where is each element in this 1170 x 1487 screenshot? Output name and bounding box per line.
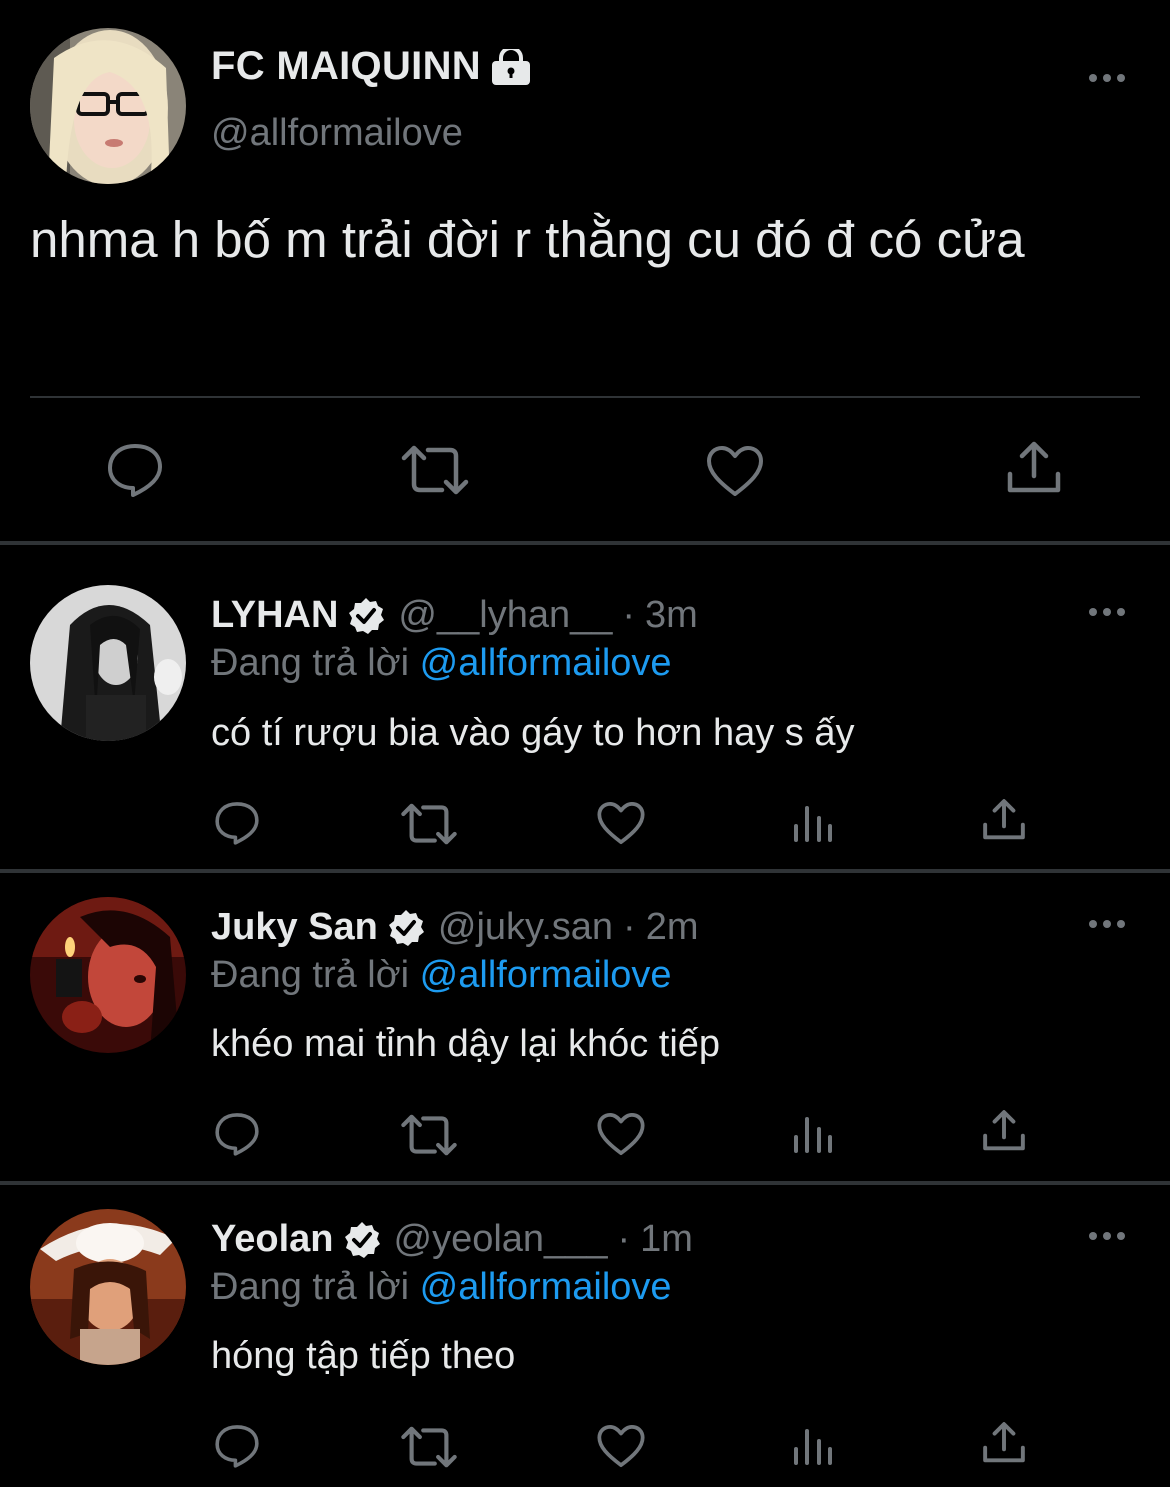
replying-to-mention[interactable]: @allformailove <box>420 642 672 684</box>
main-tweet-avatar[interactable] <box>30 28 186 184</box>
reply-author-handle[interactable]: @yeolan___ <box>394 1218 608 1261</box>
verified-badge-icon <box>342 1220 382 1260</box>
like-icon[interactable] <box>596 1423 646 1469</box>
reply-author-name[interactable]: LYHAN <box>211 594 338 637</box>
retweet-icon[interactable] <box>400 444 470 496</box>
reply-author-name[interactable]: Juky San <box>211 906 378 949</box>
reply-author-name[interactable]: Yeolan <box>211 1218 334 1261</box>
reply-icon[interactable] <box>214 1111 260 1157</box>
share-icon[interactable] <box>982 798 1026 842</box>
section-divider <box>0 869 1170 873</box>
replying-to-label: Đang trả lời <box>211 1266 410 1308</box>
verified-badge-icon <box>386 908 426 948</box>
reply-avatar[interactable] <box>30 1209 186 1365</box>
share-icon[interactable] <box>1006 440 1062 496</box>
like-icon[interactable] <box>705 444 765 498</box>
replying-to-label: Đang trả lời <box>211 642 410 684</box>
verified-badge-icon <box>346 596 386 636</box>
separator-dot: · <box>617 1218 631 1260</box>
reply-text: hóng tập tiếp theo <box>211 1335 516 1377</box>
reply-icon[interactable] <box>214 800 260 846</box>
more-icon[interactable] <box>1087 604 1127 620</box>
views-icon[interactable] <box>792 804 834 842</box>
replying-to-label: Đang trả lời <box>211 954 410 996</box>
section-divider <box>0 1181 1170 1185</box>
reply-timestamp[interactable]: 2m <box>646 906 699 949</box>
retweet-icon[interactable] <box>400 802 458 846</box>
views-icon[interactable] <box>792 1115 834 1153</box>
views-icon[interactable] <box>792 1427 834 1465</box>
more-icon[interactable] <box>1087 916 1127 932</box>
retweet-icon[interactable] <box>400 1113 458 1157</box>
reply-header: LYHAN @__lyhan__ · 3m <box>211 594 698 637</box>
lock-icon <box>491 45 531 85</box>
more-icon[interactable] <box>1087 1228 1127 1244</box>
reply-header: Yeolan @yeolan___ · 1m <box>211 1218 693 1261</box>
separator-dot: · <box>622 594 636 636</box>
more-icon[interactable] <box>1087 70 1127 86</box>
reply-avatar[interactable] <box>30 897 186 1053</box>
replying-to-mention[interactable]: @allformailove <box>420 1266 672 1308</box>
share-icon[interactable] <box>982 1421 1026 1465</box>
replying-to-line: Đang trả lời @allformailove <box>211 1266 672 1309</box>
section-divider <box>0 541 1170 545</box>
share-icon[interactable] <box>982 1109 1026 1153</box>
reply-icon[interactable] <box>214 1423 260 1469</box>
main-tweet-handle[interactable]: @allformailove <box>211 112 463 155</box>
replying-to-line: Đang trả lời @allformailove <box>211 954 672 997</box>
main-tweet-text: nhma h bố m trải đời r thằng cu đó đ có … <box>30 211 1025 268</box>
separator-dot: · <box>623 906 636 948</box>
tweet-divider <box>30 396 1140 398</box>
reply-timestamp[interactable]: 1m <box>640 1218 693 1261</box>
replying-to-line: Đang trả lời @allformailove <box>211 642 672 685</box>
reply-avatar[interactable] <box>30 585 186 741</box>
reply-header: Juky San @juky.san · 2m <box>211 906 698 949</box>
reply-text: có tí rượu bia vào gáy to hơn hay s ấy <box>211 712 855 754</box>
replying-to-mention[interactable]: @allformailove <box>420 954 672 996</box>
like-icon[interactable] <box>596 800 646 846</box>
reply-text: khéo mai tỉnh dậy lại khóc tiếp <box>211 1023 721 1065</box>
retweet-icon[interactable] <box>400 1425 458 1469</box>
reply-timestamp[interactable]: 3m <box>645 594 698 637</box>
reply-author-handle[interactable]: @juky.san <box>438 906 613 949</box>
reply-author-handle[interactable]: @__lyhan__ <box>398 594 612 637</box>
reply-icon[interactable] <box>106 442 164 498</box>
main-tweet-author[interactable]: FC MAIQUINN <box>211 44 531 89</box>
main-tweet-author-name[interactable]: FC MAIQUINN <box>211 44 481 89</box>
like-icon[interactable] <box>596 1111 646 1157</box>
